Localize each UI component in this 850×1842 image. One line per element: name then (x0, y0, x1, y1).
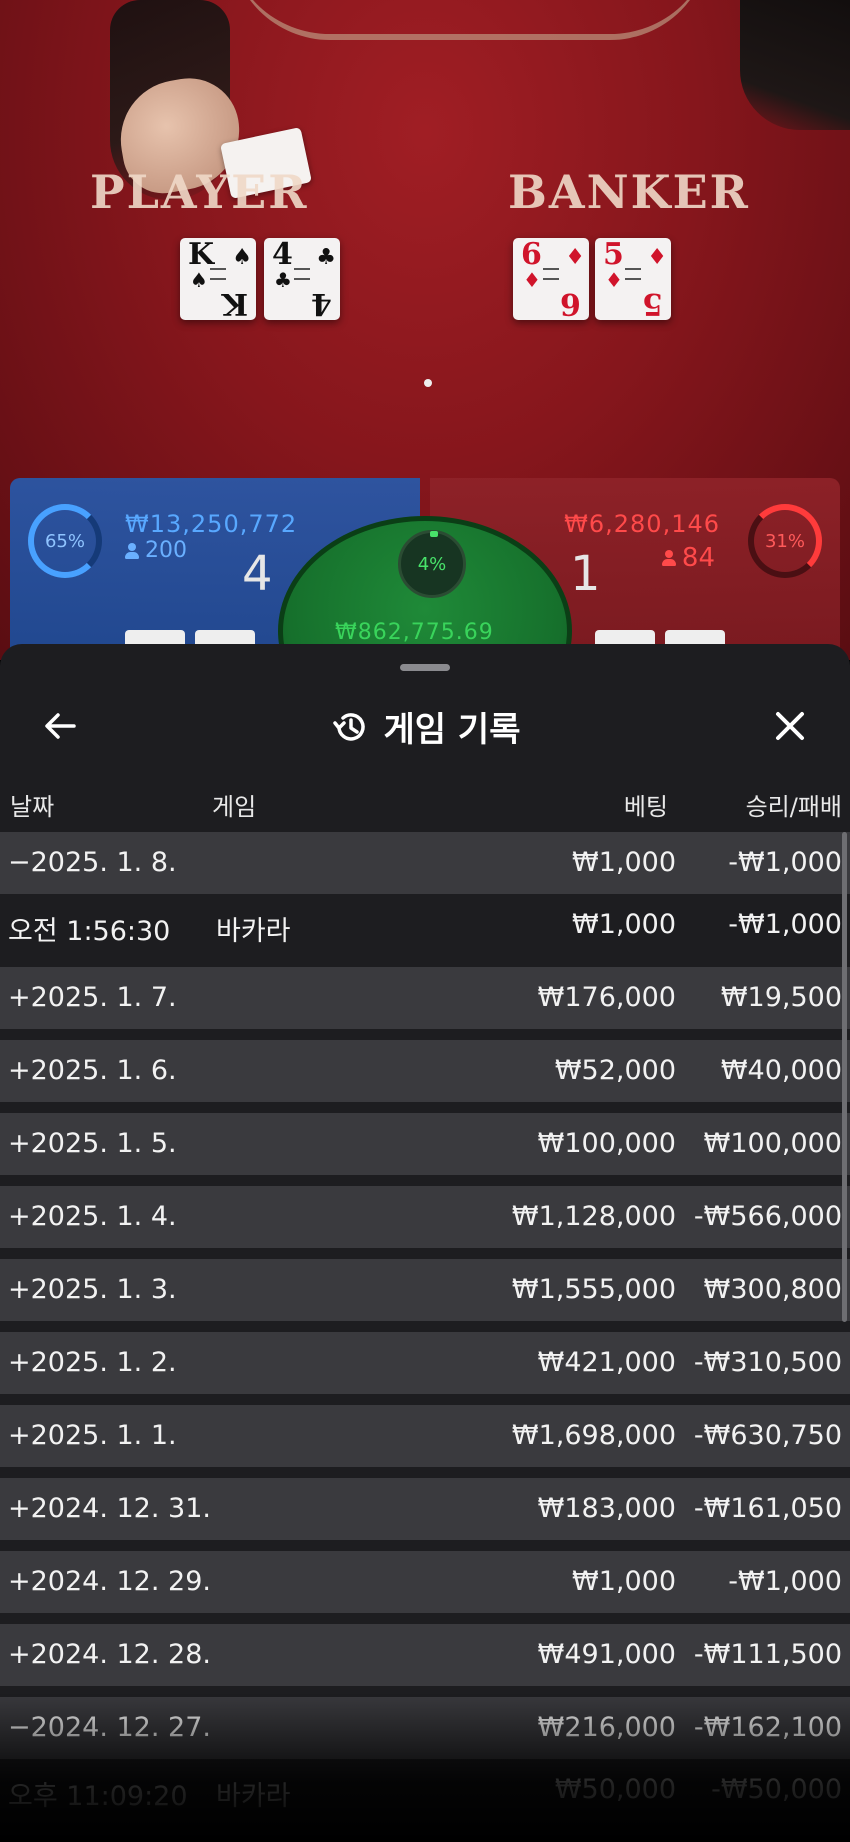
row-result: -₩50,000 (711, 1774, 842, 1805)
banker-bettor-count: 84 (661, 543, 715, 573)
row-bet: ₩216,000 (537, 1712, 676, 1743)
history-detail-row[interactable]: 오전 1:56:30 바카라 ₩1,000 -₩1,000 (0, 894, 850, 956)
row-date: +2025. 1. 7. (8, 982, 177, 1013)
row-game: 바카라 (216, 1781, 291, 1812)
row-bet: ₩1,000 (572, 847, 676, 878)
history-date-row[interactable]: −2025. 1. 8. ₩1,000 -₩1,000 (0, 832, 850, 894)
player-card-1: K ♠ ♠ K (180, 238, 256, 321)
history-date-row[interactable]: +2025. 1. 3. ₩1,555,000 ₩300,800 (0, 1259, 850, 1321)
player-percent-ring: 65% (28, 504, 102, 578)
tie-total-amount: ₩862,775.69 (335, 620, 494, 645)
history-date-row[interactable]: +2024. 12. 31. ₩183,000 -₩161,050 (0, 1478, 850, 1540)
row-bet: ₩100,000 (537, 1128, 676, 1159)
row-result: -₩1,000 (728, 909, 842, 940)
row-result: -₩161,050 (693, 1493, 842, 1524)
person-icon (125, 542, 139, 559)
tie-percent-ring: 4% (398, 530, 466, 598)
close-icon (776, 712, 804, 740)
sheet-header: 게임 기록 (0, 684, 850, 784)
row-result: -₩566,000 (693, 1201, 842, 1232)
row-bet: ₩491,000 (537, 1639, 676, 1670)
row-date: +2025. 1. 6. (8, 1055, 177, 1086)
history-date-row[interactable]: +2025. 1. 2. ₩421,000 -₩310,500 (0, 1332, 850, 1394)
person-icon (661, 550, 676, 566)
row-date: −2025. 1. 8. (8, 847, 177, 878)
sheet-title-group: 게임 기록 (0, 702, 850, 751)
row-result: ₩100,000 (703, 1128, 842, 1159)
row-date: +2025. 1. 5. (8, 1128, 177, 1159)
row-bet: ₩1,000 (572, 1566, 676, 1597)
row-date: 오후 11:09:20 (8, 1781, 188, 1812)
row-date: +2024. 12. 28. (8, 1639, 211, 1670)
history-detail-row[interactable]: 오후 11:09:20 바카라 ₩50,000 -₩50,000 (0, 1759, 850, 1821)
row-bet: ₩1,555,000 (511, 1274, 676, 1305)
column-header-result: 승리/패배 (745, 793, 842, 821)
sheet-title: 게임 기록 (383, 710, 521, 750)
player-side-label: PLAYER (90, 165, 309, 219)
row-result: -₩310,500 (693, 1347, 842, 1378)
column-header-date: 날짜 (10, 793, 55, 821)
table-dot (424, 379, 432, 387)
row-date: 오전 1:56:30 (8, 916, 171, 947)
history-date-row[interactable]: +2025. 1. 7. ₩176,000 ₩19,500 (0, 967, 850, 1029)
banker-bettor-number: 84 (681, 543, 715, 573)
row-bet: ₩52,000 (554, 1055, 676, 1086)
player-bettor-number: 200 (145, 538, 187, 563)
row-result: -₩162,100 (693, 1712, 842, 1743)
player-score: 4 (242, 546, 273, 602)
table-rim (230, 0, 710, 40)
banker-card-2: 5 ♦ ♦ 5 (595, 238, 671, 321)
history-clock-icon (332, 712, 365, 741)
row-date: +2024. 12. 29. (8, 1566, 211, 1597)
row-date: +2025. 1. 2. (8, 1347, 177, 1378)
row-bet: ₩421,000 (537, 1347, 676, 1378)
history-date-row[interactable]: +2025. 1. 5. ₩100,000 ₩100,000 (0, 1113, 850, 1175)
row-result: -₩630,750 (693, 1420, 842, 1451)
history-date-row[interactable]: +2024. 12. 29. ₩1,000 -₩1,000 (0, 1551, 850, 1613)
history-date-row[interactable]: +2024. 12. 28. ₩491,000 -₩111,500 (0, 1624, 850, 1686)
close-button[interactable] (768, 704, 812, 748)
banker-side-label: BANKER (508, 165, 750, 219)
row-result: -₩111,500 (693, 1639, 842, 1670)
history-date-row[interactable]: +2025. 1. 4. ₩1,128,000 -₩566,000 (0, 1186, 850, 1248)
row-date: +2025. 1. 1. (8, 1420, 177, 1451)
column-header-bet: 베팅 (623, 793, 668, 821)
banker-percent: 31% (764, 530, 805, 552)
banker-percent-ring: 31% (748, 504, 822, 578)
row-bet: ₩50,000 (554, 1774, 676, 1805)
tie-percent: 4% (417, 553, 447, 575)
player-bettor-count: 200 (125, 538, 187, 563)
history-date-row[interactable]: +2025. 1. 6. ₩52,000 ₩40,000 (0, 1040, 850, 1102)
player-card-2: 4 ♣ ♣ 4 (264, 238, 340, 321)
row-date: −2024. 12. 27. (8, 1712, 211, 1743)
game-history-sheet: 게임 기록 날짜 게임 베팅 승리/패배 −2025. 1. 8. ₩1,000 -… (0, 644, 850, 1842)
history-date-row[interactable]: +2025. 1. 1. ₩1,698,000 -₩630,750 (0, 1405, 850, 1467)
scrollbar[interactable] (842, 832, 847, 1322)
dealer-arm-right (740, 0, 850, 130)
row-bet: ₩1,000 (572, 909, 676, 940)
row-bet: ₩183,000 (537, 1493, 676, 1524)
row-bet: ₩1,128,000 (511, 1201, 676, 1232)
row-date: +2025. 1. 3. (8, 1274, 177, 1305)
row-bet: ₩1,698,000 (511, 1420, 676, 1451)
row-result: ₩40,000 (720, 1055, 842, 1086)
row-result: -₩1,000 (728, 847, 842, 878)
row-result: ₩19,500 (720, 982, 842, 1013)
banker-card-1: 6 ♦ ♦ 6 (513, 238, 589, 321)
row-result: ₩300,800 (703, 1274, 842, 1305)
history-date-row[interactable]: −2024. 12. 27. ₩216,000 -₩162,100 (0, 1697, 850, 1759)
banker-score: 1 (570, 546, 601, 602)
row-game: 바카라 (216, 916, 291, 947)
column-header-game: 게임 (212, 793, 257, 821)
row-date: +2025. 1. 4. (8, 1201, 177, 1232)
banker-total-amount: ₩6,280,146 (564, 510, 720, 538)
player-total-amount: ₩13,250,772 (125, 510, 298, 538)
row-date: +2024. 12. 31. (8, 1493, 211, 1524)
player-percent: 65% (44, 530, 85, 552)
sheet-drag-handle[interactable] (400, 664, 450, 671)
bet-panel: 65% ₩13,250,772 200 4 4% ₩862,775.69 ₩6,… (10, 478, 840, 746)
row-bet: ₩176,000 (537, 982, 676, 1013)
row-result: -₩1,000 (728, 1566, 842, 1597)
history-list: −2025. 1. 8. ₩1,000 -₩1,000 오전 1:56:30 바카라 ₩1… (0, 832, 850, 1832)
